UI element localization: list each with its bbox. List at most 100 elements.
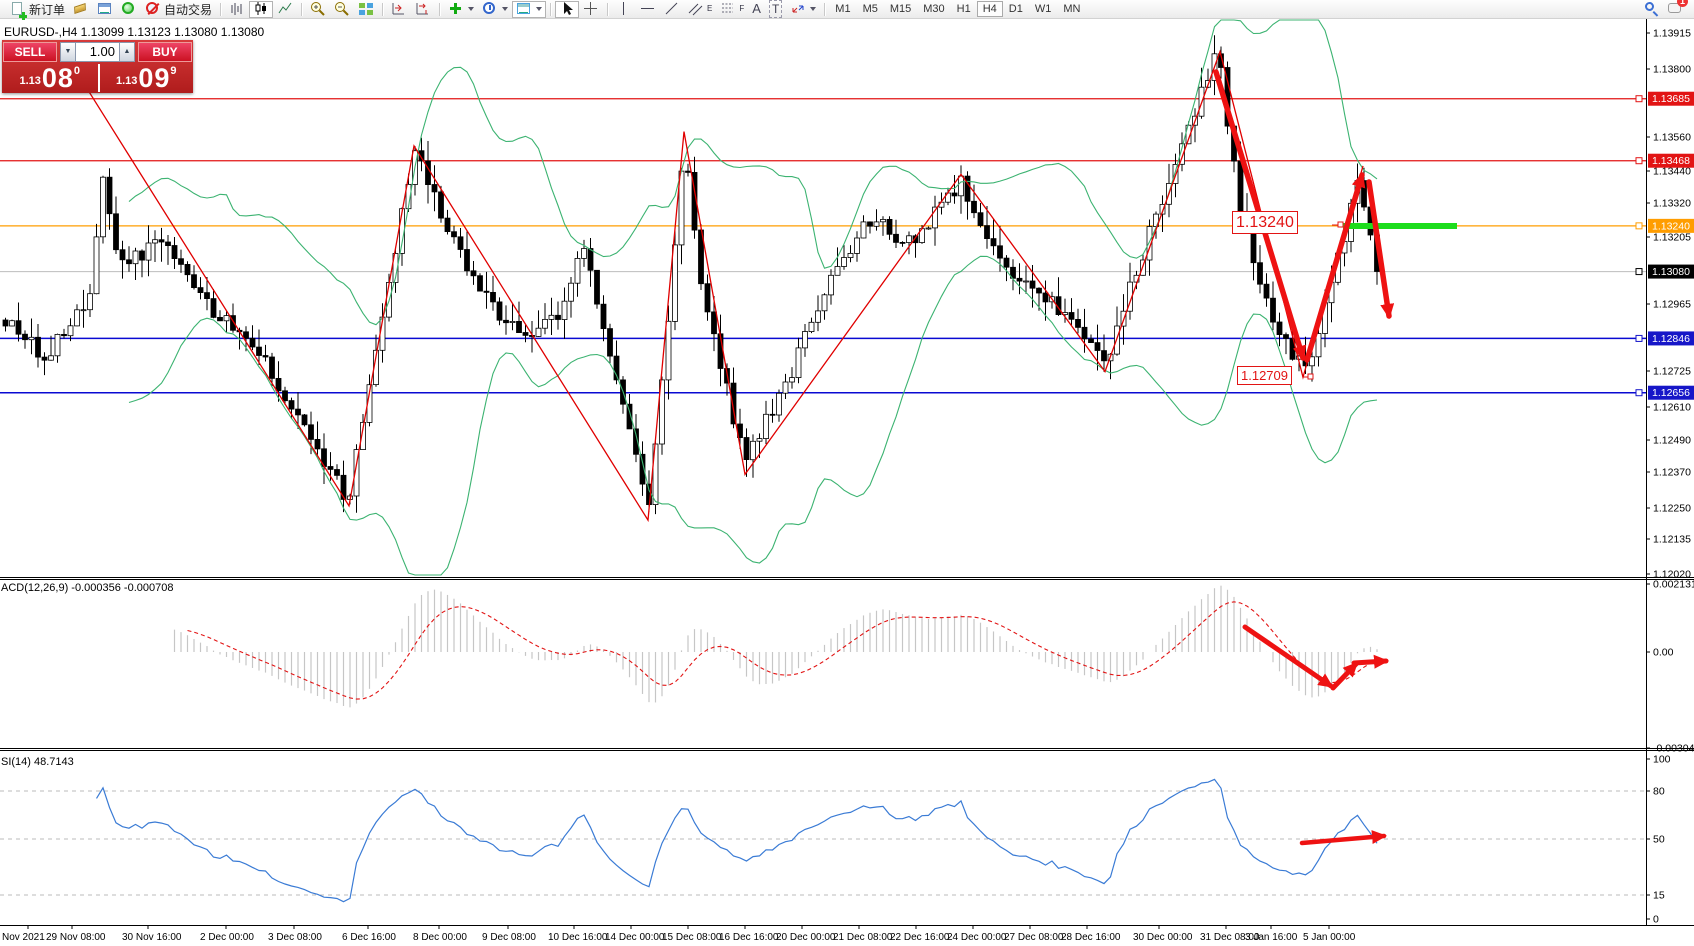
zoom-in-button[interactable] bbox=[306, 1, 330, 18]
toolbar-separator bbox=[550, 3, 551, 16]
green-highlight-line[interactable] bbox=[1343, 223, 1457, 229]
timeframe-m1-button[interactable]: M1 bbox=[829, 1, 856, 17]
sell-price[interactable]: 1.13 08 0 bbox=[2, 64, 98, 92]
globe-icon bbox=[121, 1, 137, 17]
svg-text:1.13468: 1.13468 bbox=[1652, 155, 1690, 167]
periods-button[interactable] bbox=[478, 1, 512, 18]
timeframe-h1-button[interactable]: H1 bbox=[951, 1, 977, 17]
candlestick-chart-button[interactable] bbox=[249, 1, 273, 18]
svg-text:22 Dec 16:00: 22 Dec 16:00 bbox=[890, 932, 950, 943]
chart-canvas[interactable]: 1.139151.138001.135601.134401.133201.132… bbox=[0, 0, 1694, 946]
rsi-label: SI(14) 48.7143 bbox=[1, 756, 74, 768]
svg-text:1.13685: 1.13685 bbox=[1652, 93, 1690, 105]
trendline-tool-button[interactable] bbox=[660, 1, 684, 18]
horizontal-line-icon bbox=[640, 1, 656, 17]
macd-arrow[interactable] bbox=[1354, 661, 1386, 663]
sell-price-big: 08 bbox=[42, 65, 74, 91]
svg-text:15: 15 bbox=[1653, 890, 1665, 902]
svg-text:21 Dec 08:00: 21 Dec 08:00 bbox=[833, 932, 893, 943]
templates-button[interactable] bbox=[512, 1, 546, 18]
fibonacci-tool-label: F bbox=[739, 1, 744, 17]
indicators-button[interactable] bbox=[444, 1, 478, 18]
buy-price[interactable]: 1.13 09 9 bbox=[98, 64, 194, 92]
cursor-tool-button[interactable] bbox=[555, 1, 579, 18]
timeframe-m5-button[interactable]: M5 bbox=[857, 1, 884, 17]
svg-text:0: 0 bbox=[1653, 914, 1659, 926]
search-icon[interactable] bbox=[1644, 1, 1660, 17]
trend-arrow[interactable] bbox=[1307, 175, 1362, 360]
clock-icon bbox=[482, 1, 498, 17]
timeframe-d1-button[interactable]: D1 bbox=[1003, 1, 1029, 17]
arrows-icon bbox=[790, 1, 806, 17]
line-chart-button[interactable] bbox=[273, 1, 297, 18]
mt4-window: 新订单 自动交易 E F A T bbox=[0, 0, 1694, 946]
rsi-pane bbox=[0, 779, 1646, 901]
svg-text:24 Dec 00:00: 24 Dec 00:00 bbox=[947, 932, 1007, 943]
timeframe-group: M1M5M15M30H1H4D1W1MN bbox=[829, 1, 1086, 17]
toolbar-separator bbox=[607, 3, 608, 16]
auto-scroll-button[interactable] bbox=[387, 1, 411, 18]
toolbar-separator bbox=[439, 3, 440, 16]
new-chart-button[interactable] bbox=[93, 1, 117, 18]
timeframe-mn-button[interactable]: MN bbox=[1057, 1, 1086, 17]
chevron-down-icon bbox=[502, 7, 508, 11]
zigzag-line[interactable] bbox=[62, 49, 1363, 520]
chat-icon[interactable]: 1 bbox=[1668, 1, 1684, 17]
text-tool-label: A bbox=[752, 1, 761, 17]
svg-text:50: 50 bbox=[1653, 834, 1665, 846]
chevron-down-icon bbox=[536, 7, 542, 11]
svg-text:30 Dec 00:00: 30 Dec 00:00 bbox=[1133, 932, 1193, 943]
sell-button[interactable]: SELL bbox=[3, 42, 57, 62]
toolbar-separator bbox=[382, 3, 383, 16]
chart-shift-button[interactable] bbox=[411, 1, 435, 18]
trend-arrow[interactable] bbox=[1369, 182, 1389, 316]
svg-text:1.12656: 1.12656 bbox=[1652, 387, 1690, 399]
timeframe-m15-button[interactable]: M15 bbox=[884, 1, 917, 17]
tile-windows-icon bbox=[358, 1, 374, 17]
signals-button[interactable] bbox=[117, 1, 141, 18]
svg-text:0.00: 0.00 bbox=[1653, 647, 1674, 659]
new-order-button[interactable]: 新订单 bbox=[6, 1, 69, 18]
price-annotation-1.13240[interactable]: 1.13240 bbox=[1232, 211, 1298, 234]
svg-text:1.13205: 1.13205 bbox=[1653, 232, 1691, 244]
crosshair-tool-button[interactable] bbox=[579, 1, 603, 18]
svg-text:1.13320: 1.13320 bbox=[1653, 198, 1691, 210]
svg-text:1.12250: 1.12250 bbox=[1653, 503, 1691, 515]
chevron-down-icon bbox=[468, 7, 474, 11]
volume-up-button[interactable]: ▲ bbox=[119, 42, 135, 62]
horizontal-line-tool-button[interactable] bbox=[636, 1, 660, 18]
price-annotation-1.12709[interactable]: 1.12709 bbox=[1237, 366, 1292, 385]
bar-chart-button[interactable] bbox=[225, 1, 249, 18]
svg-text:29 Nov 08:00: 29 Nov 08:00 bbox=[46, 932, 106, 943]
fibonacci-tool-button[interactable]: F bbox=[716, 1, 748, 18]
buy-button[interactable]: BUY bbox=[138, 42, 192, 62]
candles bbox=[3, 35, 1380, 514]
label-tool-button[interactable]: T bbox=[765, 1, 786, 18]
volume-value[interactable]: 1.00 bbox=[76, 42, 119, 62]
timeframe-w1-button[interactable]: W1 bbox=[1029, 1, 1058, 17]
timeframe-h4-button[interactable]: H4 bbox=[977, 1, 1003, 17]
auto-trading-button[interactable]: 自动交易 bbox=[141, 1, 216, 18]
toolbar-separator bbox=[220, 3, 221, 16]
text-tool-button[interactable]: A bbox=[748, 1, 765, 18]
volume-down-button[interactable]: ▼ bbox=[60, 42, 76, 62]
zoom-out-button[interactable] bbox=[330, 1, 354, 18]
auto-trading-label: 自动交易 bbox=[164, 1, 212, 18]
auto-scroll-icon bbox=[391, 1, 407, 17]
svg-text:20 Dec 00:00: 20 Dec 00:00 bbox=[776, 932, 836, 943]
svg-text:1.13240: 1.13240 bbox=[1652, 220, 1690, 232]
time-axis-labels[interactable]: Nov 202129 Nov 08:0030 Nov 16:002 Dec 00… bbox=[2, 925, 1356, 943]
cleanup-button[interactable] bbox=[69, 1, 93, 18]
timeframe-m30-button[interactable]: M30 bbox=[917, 1, 950, 17]
add-indicator-icon bbox=[448, 1, 464, 17]
tile-windows-button[interactable] bbox=[354, 1, 378, 18]
one-click-trading-panel: SELL ▼ 1.00 ▲ BUY 1.13 08 0 1.13 09 9 bbox=[2, 40, 193, 93]
zoom-out-icon bbox=[334, 1, 350, 17]
macd-signal-line bbox=[188, 602, 1378, 699]
channel-tool-button[interactable]: E bbox=[684, 1, 716, 18]
new-order-label: 新订单 bbox=[29, 1, 65, 18]
arrows-tool-button[interactable] bbox=[786, 1, 820, 18]
vertical-line-tool-button[interactable] bbox=[612, 1, 636, 18]
bollinger-upper-band bbox=[129, 20, 1377, 325]
svg-text:8 Dec 00:00: 8 Dec 00:00 bbox=[413, 932, 467, 943]
